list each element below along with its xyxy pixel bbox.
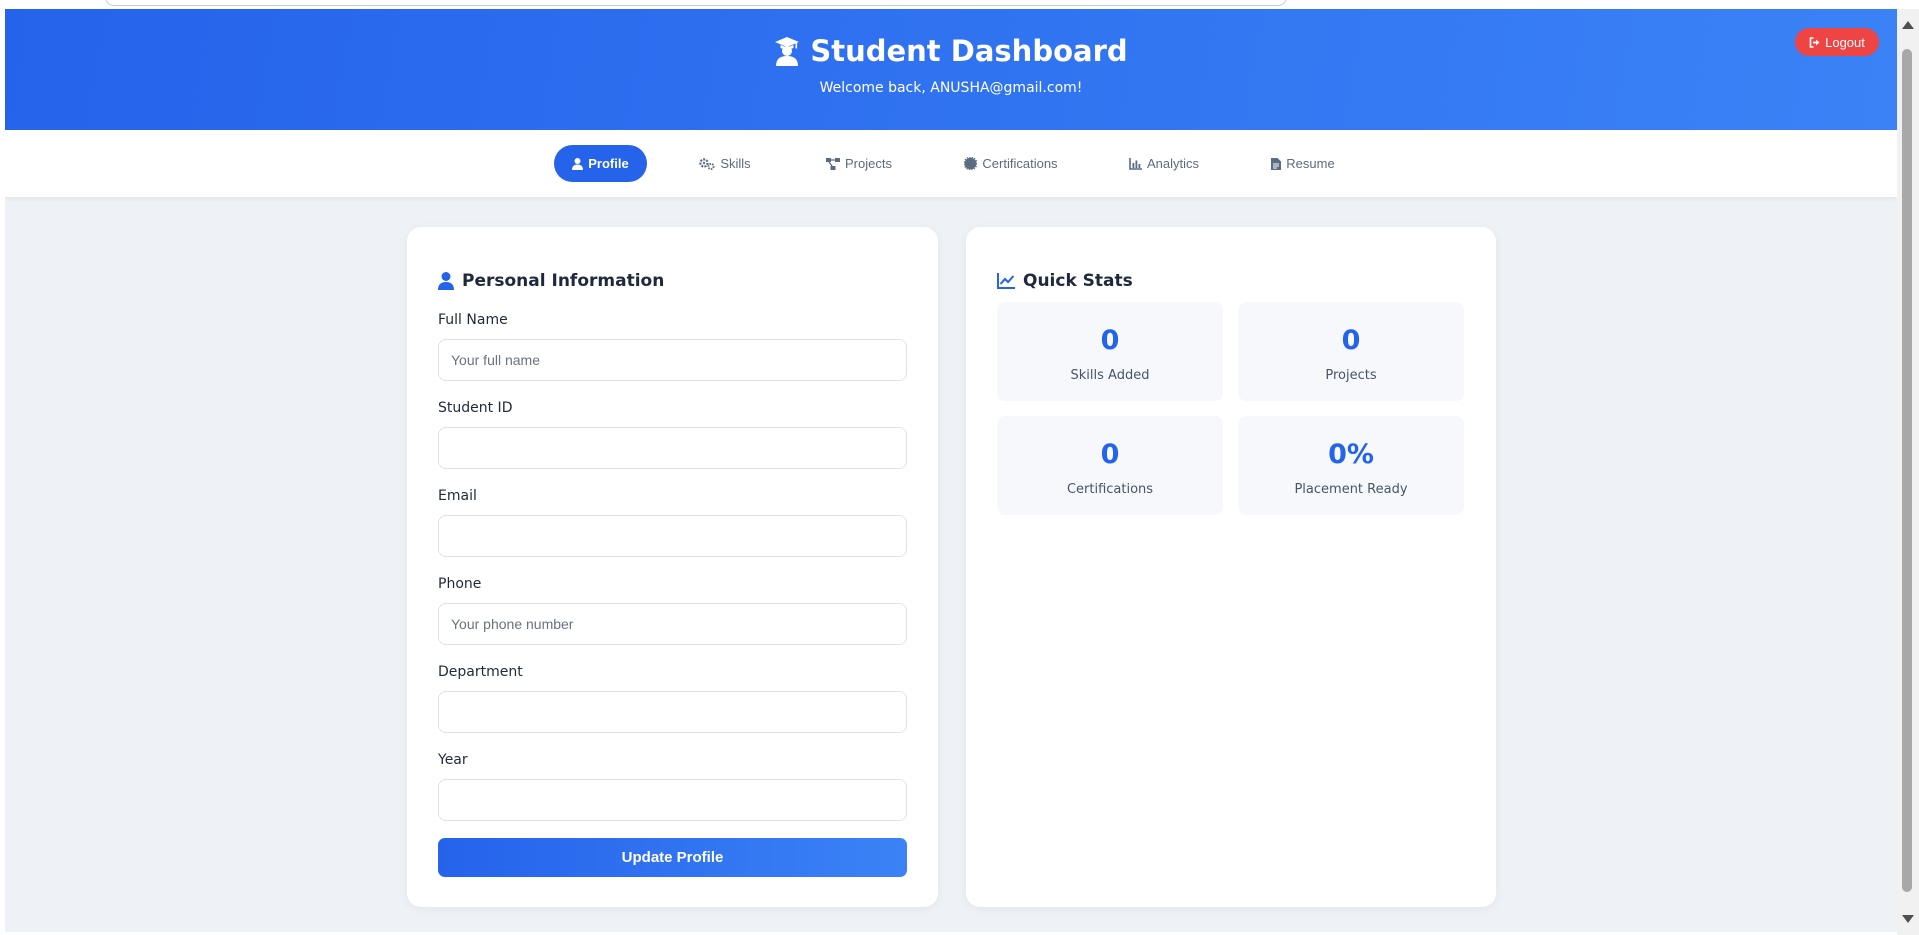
stat-label: Skills Added (1070, 368, 1150, 383)
sign-out-icon (1809, 36, 1821, 48)
logout-label: Logout (1825, 34, 1865, 50)
stat-skills-added: 0 Skills Added (997, 302, 1223, 401)
main-nav: Profile Skills Projects Certifications A… (5, 130, 1897, 197)
phone-input[interactable] (438, 603, 907, 645)
student-id-label: Student ID (438, 400, 513, 416)
department-input[interactable] (438, 691, 907, 733)
welcome-message: Welcome back, ANUSHA@gmail.com! (819, 80, 1083, 96)
scroll-down-arrow-icon[interactable] (1902, 915, 1914, 923)
chart-line-icon (997, 273, 1015, 289)
page-title: Student Dashboard (810, 34, 1128, 68)
tab-label: Profile (588, 156, 629, 171)
year-label: Year (438, 752, 468, 768)
title-row: Student Dashboard (5, 34, 1897, 68)
card-title: Quick Stats (997, 271, 1133, 291)
browser-top-edge (0, 0, 1919, 9)
logout-button[interactable]: Logout (1795, 28, 1879, 56)
project-diagram-icon (826, 157, 841, 170)
tab-label: Resume (1286, 156, 1335, 171)
user-icon (438, 272, 454, 290)
tab-label: Certifications (982, 156, 1058, 171)
user-icon (572, 157, 584, 170)
tab-label: Skills (720, 156, 751, 171)
year-input[interactable] (438, 779, 907, 821)
personal-info-title: Personal Information (462, 271, 665, 291)
card-title: Personal Information (438, 271, 664, 291)
quick-stats-title: Quick Stats (1023, 271, 1133, 291)
stat-projects: 0 Projects (1238, 302, 1464, 401)
chart-line-icon (1129, 157, 1142, 170)
stat-value: 0 (1341, 325, 1361, 356)
stat-label: Projects (1325, 368, 1377, 383)
quick-stats-card: Quick Stats 0 Skills Added 0 Projects 0 … (966, 227, 1496, 907)
stat-label: Certifications (1066, 482, 1154, 497)
stat-placement-ready: 0% Placement Ready (1238, 416, 1464, 515)
full-name-label: Full Name (438, 312, 508, 328)
tab-analytics[interactable]: Analytics (1126, 145, 1202, 182)
email-input[interactable] (438, 515, 907, 557)
file-icon (1271, 157, 1282, 170)
update-profile-button[interactable]: Update Profile (438, 838, 907, 877)
stat-value: 0% (1328, 439, 1374, 470)
dashboard-header: Student Dashboard Welcome back, ANUSHA@g… (5, 9, 1897, 130)
tab-label: Analytics (1146, 156, 1200, 171)
page-viewport: Student Dashboard Welcome back, ANUSHA@g… (5, 9, 1897, 932)
tab-projects[interactable]: Projects (822, 145, 896, 182)
cogs-icon (699, 157, 715, 170)
email-label: Email (438, 488, 477, 504)
stat-value: 0 (1100, 325, 1120, 356)
scroll-up-arrow-icon[interactable] (1902, 21, 1914, 29)
personal-info-card: Personal Information Full Name Student I… (407, 227, 938, 907)
address-bar-edge (105, 0, 1287, 6)
tab-skills[interactable]: Skills (695, 145, 755, 182)
certificate-icon (964, 157, 978, 170)
tab-label: Projects (845, 156, 892, 171)
stat-value: 0 (1100, 439, 1120, 470)
tab-resume[interactable]: Resume (1267, 145, 1339, 182)
phone-label: Phone (438, 576, 482, 592)
stat-certifications: 0 Certifications (997, 416, 1223, 515)
scrollbar-thumb[interactable] (1902, 49, 1912, 892)
page-scrollbar[interactable] (1897, 9, 1919, 935)
graduation-cap-icon (774, 36, 800, 66)
stat-label: Placement Ready (1294, 482, 1408, 497)
tab-certifications[interactable]: Certifications (963, 145, 1059, 182)
full-name-input[interactable] (438, 339, 907, 381)
student-id-input[interactable] (438, 427, 907, 469)
department-label: Department (438, 664, 523, 680)
tab-profile[interactable]: Profile (554, 145, 647, 182)
